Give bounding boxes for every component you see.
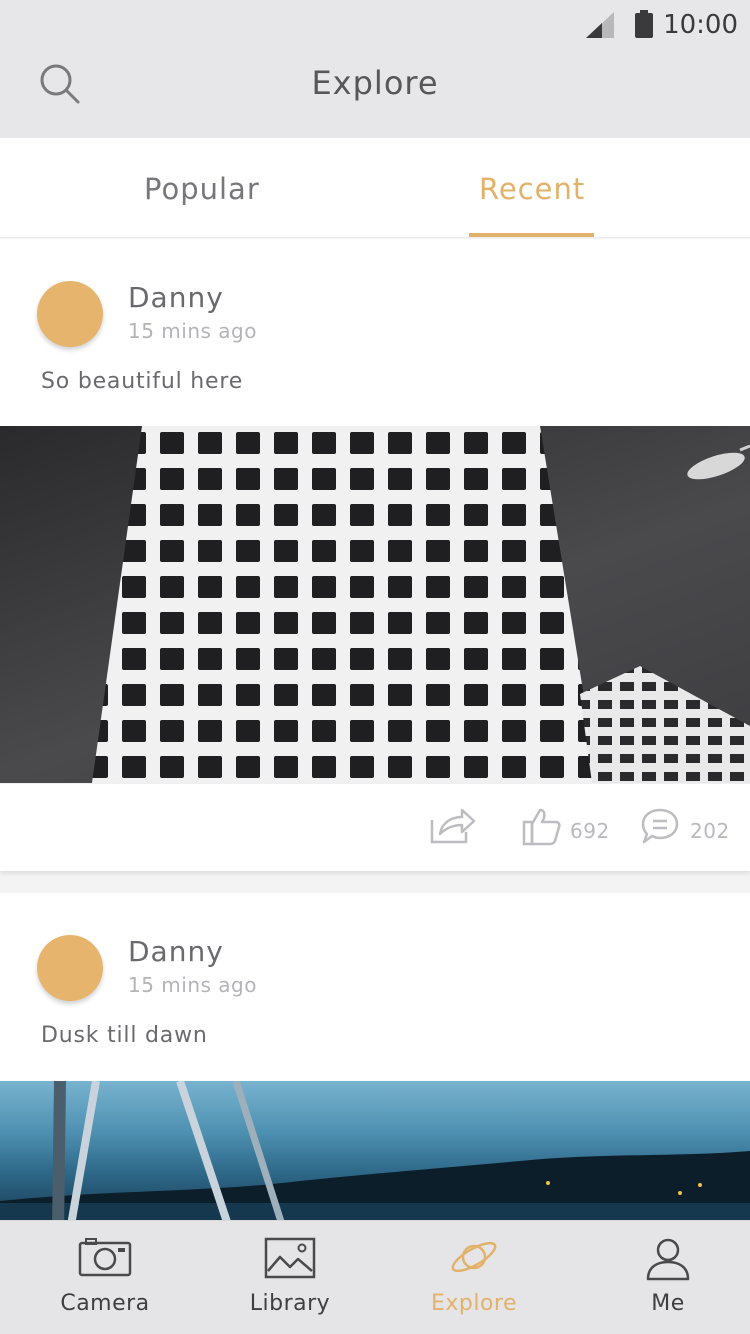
signal-icon [586, 12, 614, 38]
tab-recent[interactable]: Recent [479, 172, 585, 206]
nav-explore[interactable]: Explore [404, 1221, 544, 1334]
camera-icon [78, 1238, 132, 1277]
nav-me[interactable]: Me [598, 1221, 738, 1334]
person-icon [646, 1238, 690, 1281]
nav-library[interactable]: Library [220, 1221, 360, 1334]
feed-tabs: Popular Recent [0, 138, 750, 238]
post-card: Danny 15 mins ago So beautiful here 692 … [0, 239, 750, 871]
like-count: 692 [570, 819, 610, 843]
post-caption: So beautiful here [41, 369, 244, 394]
status-bar: 10:00 [0, 0, 750, 50]
post-time: 15 mins ago [128, 319, 257, 343]
comment-count: 202 [690, 819, 730, 843]
planet-icon [451, 1241, 497, 1273]
post-photo[interactable] [0, 1081, 750, 1223]
avatar[interactable] [37, 935, 103, 1001]
like-icon[interactable] [522, 806, 562, 846]
active-tab-indicator [469, 233, 594, 237]
bottom-nav: Camera Library Explore Me [0, 1220, 750, 1334]
post-photo[interactable] [0, 426, 750, 783]
post-caption: Dusk till dawn [41, 1023, 208, 1048]
nav-label: Camera [60, 1291, 150, 1316]
building-photo [92, 426, 750, 783]
nav-label: Me [651, 1291, 685, 1316]
post-author[interactable]: Danny [128, 935, 224, 968]
nav-camera[interactable]: Camera [35, 1221, 175, 1334]
post-author[interactable]: Danny [128, 281, 224, 314]
share-icon[interactable] [428, 806, 476, 846]
post-actions: 692 202 [0, 783, 750, 871]
dusk-photo [0, 1081, 750, 1223]
battery-icon [635, 10, 653, 38]
page-title: Explore [311, 64, 439, 102]
post-card: Danny 15 mins ago Dusk till dawn [0, 893, 750, 1223]
nav-label: Explore [430, 1291, 518, 1316]
comment-icon[interactable] [640, 806, 680, 846]
top-bar: Explore [0, 50, 750, 138]
avatar[interactable] [37, 281, 103, 347]
tab-popular[interactable]: Popular [144, 172, 260, 206]
image-icon [264, 1237, 316, 1279]
status-time: 10:00 [663, 10, 738, 40]
nav-label: Library [249, 1291, 331, 1316]
post-time: 15 mins ago [128, 973, 257, 997]
